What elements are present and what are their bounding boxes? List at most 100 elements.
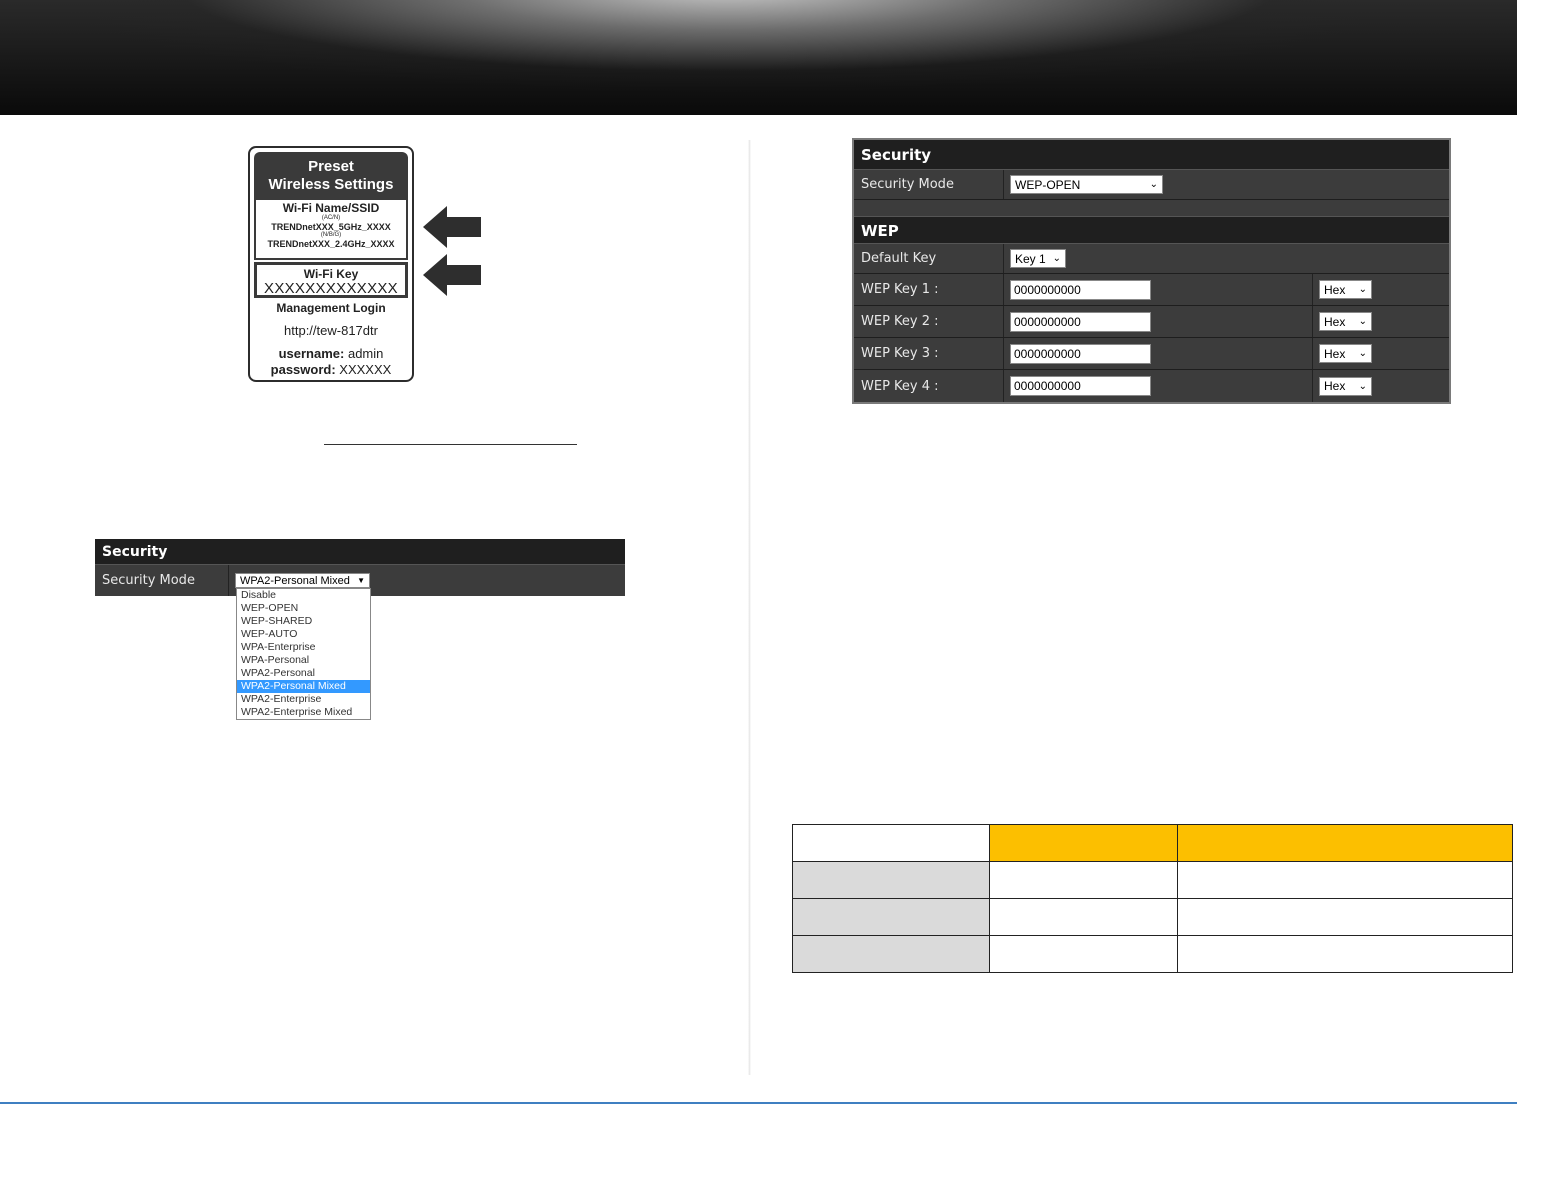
label-title-text: Preset Wireless Settings <box>268 158 394 193</box>
band-ac-label: (AC/N) <box>321 215 341 221</box>
ssid-24g: TRENDnetXXX_2.4GHz_XXXX <box>267 239 395 249</box>
label-title: Preset Wireless Settings <box>254 152 408 200</box>
band-ng-label: (N/B/G) <box>320 232 342 238</box>
default-key-cell: Key 1 ⌄ <box>1004 244 1066 273</box>
dropdown-option[interactable]: WPA2-Enterprise Mixed <box>237 706 370 719</box>
password-value: XXXXXX <box>339 362 392 377</box>
panel-spacer <box>854 200 1449 216</box>
dropdown-option[interactable]: WPA-Personal <box>237 654 370 667</box>
security-panel-title: Security <box>854 140 1449 170</box>
key-title: Wi-Fi Key <box>303 267 359 281</box>
wep-key-format-cell: Hex ⌄ <box>1313 338 1372 369</box>
table-header-row <box>792 824 1513 862</box>
table-header-cell <box>989 824 1178 862</box>
table-cell <box>989 861 1178 899</box>
wep-key-format-cell: Hex ⌄ <box>1313 370 1372 402</box>
arrow-left-icon <box>423 254 481 296</box>
credentials: username: admin password: XXXXXX <box>250 346 412 378</box>
label-login-section: Management Login http://tew-817dtr usern… <box>250 301 412 378</box>
chevron-down-icon: ⌄ <box>1149 179 1158 190</box>
wep-key-input[interactable]: 0000000000 <box>1010 343 1151 364</box>
table-cell <box>989 898 1178 936</box>
wep-key-input[interactable]: 0000000000 <box>1010 311 1151 332</box>
table-row-label-cell <box>792 935 990 973</box>
table-row-label-cell <box>792 861 990 899</box>
header-banner <box>0 0 1517 115</box>
wep-key-row: WEP Key 3 : 0000000000 Hex ⌄ <box>854 338 1449 370</box>
wep-key-input-cell: 0000000000 <box>1004 338 1313 369</box>
login-title: Management Login <box>276 301 386 315</box>
table-cell <box>792 824 990 862</box>
security-mode-value: WEP-OPEN <box>1015 177 1081 192</box>
security-mode-label: Security Mode <box>854 170 1004 199</box>
username-label: username: <box>278 346 345 361</box>
login-url: http://tew-817dtr <box>284 323 378 338</box>
wep-key-label: WEP Key 3 : <box>854 338 1004 369</box>
security-mode-value: WPA2-Personal Mixed <box>240 574 350 587</box>
key-value: XXXXXXXXXXXXX <box>264 280 398 297</box>
dropdown-option[interactable]: WPA-Enterprise <box>237 641 370 654</box>
wep-key-format-select[interactable]: Hex ⌄ <box>1319 376 1372 396</box>
dropdown-option[interactable]: WPA2-Personal <box>237 667 370 680</box>
table-cell <box>989 935 1178 973</box>
dropdown-arrow-icon: ▼ <box>357 576 365 585</box>
chevron-down-icon: ⌄ <box>1052 253 1061 264</box>
security-mode-dropdown-list: Disable WEP-OPEN WEP-SHARED WEP-AUTO WPA… <box>236 588 371 720</box>
ssid-5g: TRENDnetXXX_5GHz_XXXX <box>271 222 391 232</box>
wep-key-label: WEP Key 2 : <box>854 306 1004 337</box>
username-value: admin <box>347 346 384 361</box>
wep-key-format-select[interactable]: Hex ⌄ <box>1319 344 1372 363</box>
dropdown-option[interactable]: WEP-OPEN <box>237 602 370 615</box>
chevron-down-icon: ⌄ <box>1358 316 1367 327</box>
dropdown-option[interactable]: Disable <box>237 589 370 602</box>
wep-key-row: WEP Key 4 : 0000000000 Hex ⌄ <box>854 370 1449 402</box>
wep-section-title: WEP <box>854 216 1449 244</box>
table-row <box>792 861 1513 899</box>
wep-key-format-value: Hex <box>1324 314 1346 329</box>
dropdown-option[interactable]: WPA2-Enterprise <box>237 693 370 706</box>
table-cell <box>1177 861 1513 899</box>
security-mode-select[interactable]: WEP-OPEN ⌄ <box>1010 175 1163 194</box>
label-key-section: Wi-Fi Key XXXXXXXXXXXXX <box>254 262 408 298</box>
preset-wireless-label-card: Preset Wireless Settings Wi-Fi Name/SSID… <box>248 146 414 382</box>
column-divider <box>748 140 751 1075</box>
security-wep-panel: Security Security Mode WEP-OPEN ⌄ WEP De… <box>852 138 1451 404</box>
default-key-select[interactable]: Key 1 ⌄ <box>1010 249 1066 268</box>
table-header-cell <box>1177 824 1513 862</box>
wep-key-format-select[interactable]: Hex ⌄ <box>1319 312 1372 331</box>
table-row <box>792 898 1513 936</box>
security-mode-label: Security Mode <box>95 565 229 596</box>
table-cell <box>1177 898 1513 936</box>
wep-key-format-value: Hex <box>1324 282 1346 297</box>
default-key-label: Default Key <box>854 244 1004 273</box>
wep-key-format-cell: Hex ⌄ <box>1313 306 1372 337</box>
security-mode-row: Security Mode WEP-OPEN ⌄ <box>854 170 1449 200</box>
wep-key-input[interactable]: 0000000000 <box>1010 376 1151 396</box>
wep-key-input[interactable]: 0000000000 <box>1010 279 1151 300</box>
wep-key-format-value: Hex <box>1324 346 1346 361</box>
table-row-label-cell <box>792 898 990 936</box>
dropdown-option[interactable]: WEP-AUTO <box>237 628 370 641</box>
dropdown-option-selected[interactable]: WPA2-Personal Mixed <box>237 680 370 693</box>
wep-key-row: WEP Key 1 : 0000000000 Hex ⌄ <box>854 274 1449 306</box>
label-ssid-section: Wi-Fi Name/SSID (AC/N) TRENDnetXXX_5GHz_… <box>254 200 408 260</box>
wep-key-label: WEP Key 1 : <box>854 274 1004 305</box>
footer-rule <box>0 1102 1517 1104</box>
wep-key-format-cell: Hex ⌄ <box>1313 274 1372 305</box>
arrow-left-icon <box>423 206 481 248</box>
wep-key-format-select[interactable]: Hex ⌄ <box>1319 280 1372 299</box>
table-row <box>792 935 1513 973</box>
dropdown-option[interactable]: WEP-SHARED <box>237 615 370 628</box>
password-label: password: <box>270 362 336 377</box>
reference-table <box>792 824 1513 973</box>
chevron-down-icon: ⌄ <box>1358 284 1367 295</box>
wep-key-input-cell: 0000000000 <box>1004 370 1313 402</box>
link-underline <box>324 444 577 445</box>
wep-key-input-cell: 0000000000 <box>1004 306 1313 337</box>
security-mode-cell: WEP-OPEN ⌄ <box>1004 170 1163 199</box>
security-mode-select[interactable]: WPA2-Personal Mixed ▼ <box>235 573 370 588</box>
chevron-down-icon: ⌄ <box>1358 380 1367 392</box>
wep-key-input-cell: 0000000000 <box>1004 274 1313 305</box>
ssid-title: Wi-Fi Name/SSID <box>282 201 380 215</box>
default-key-row: Default Key Key 1 ⌄ <box>854 244 1449 274</box>
